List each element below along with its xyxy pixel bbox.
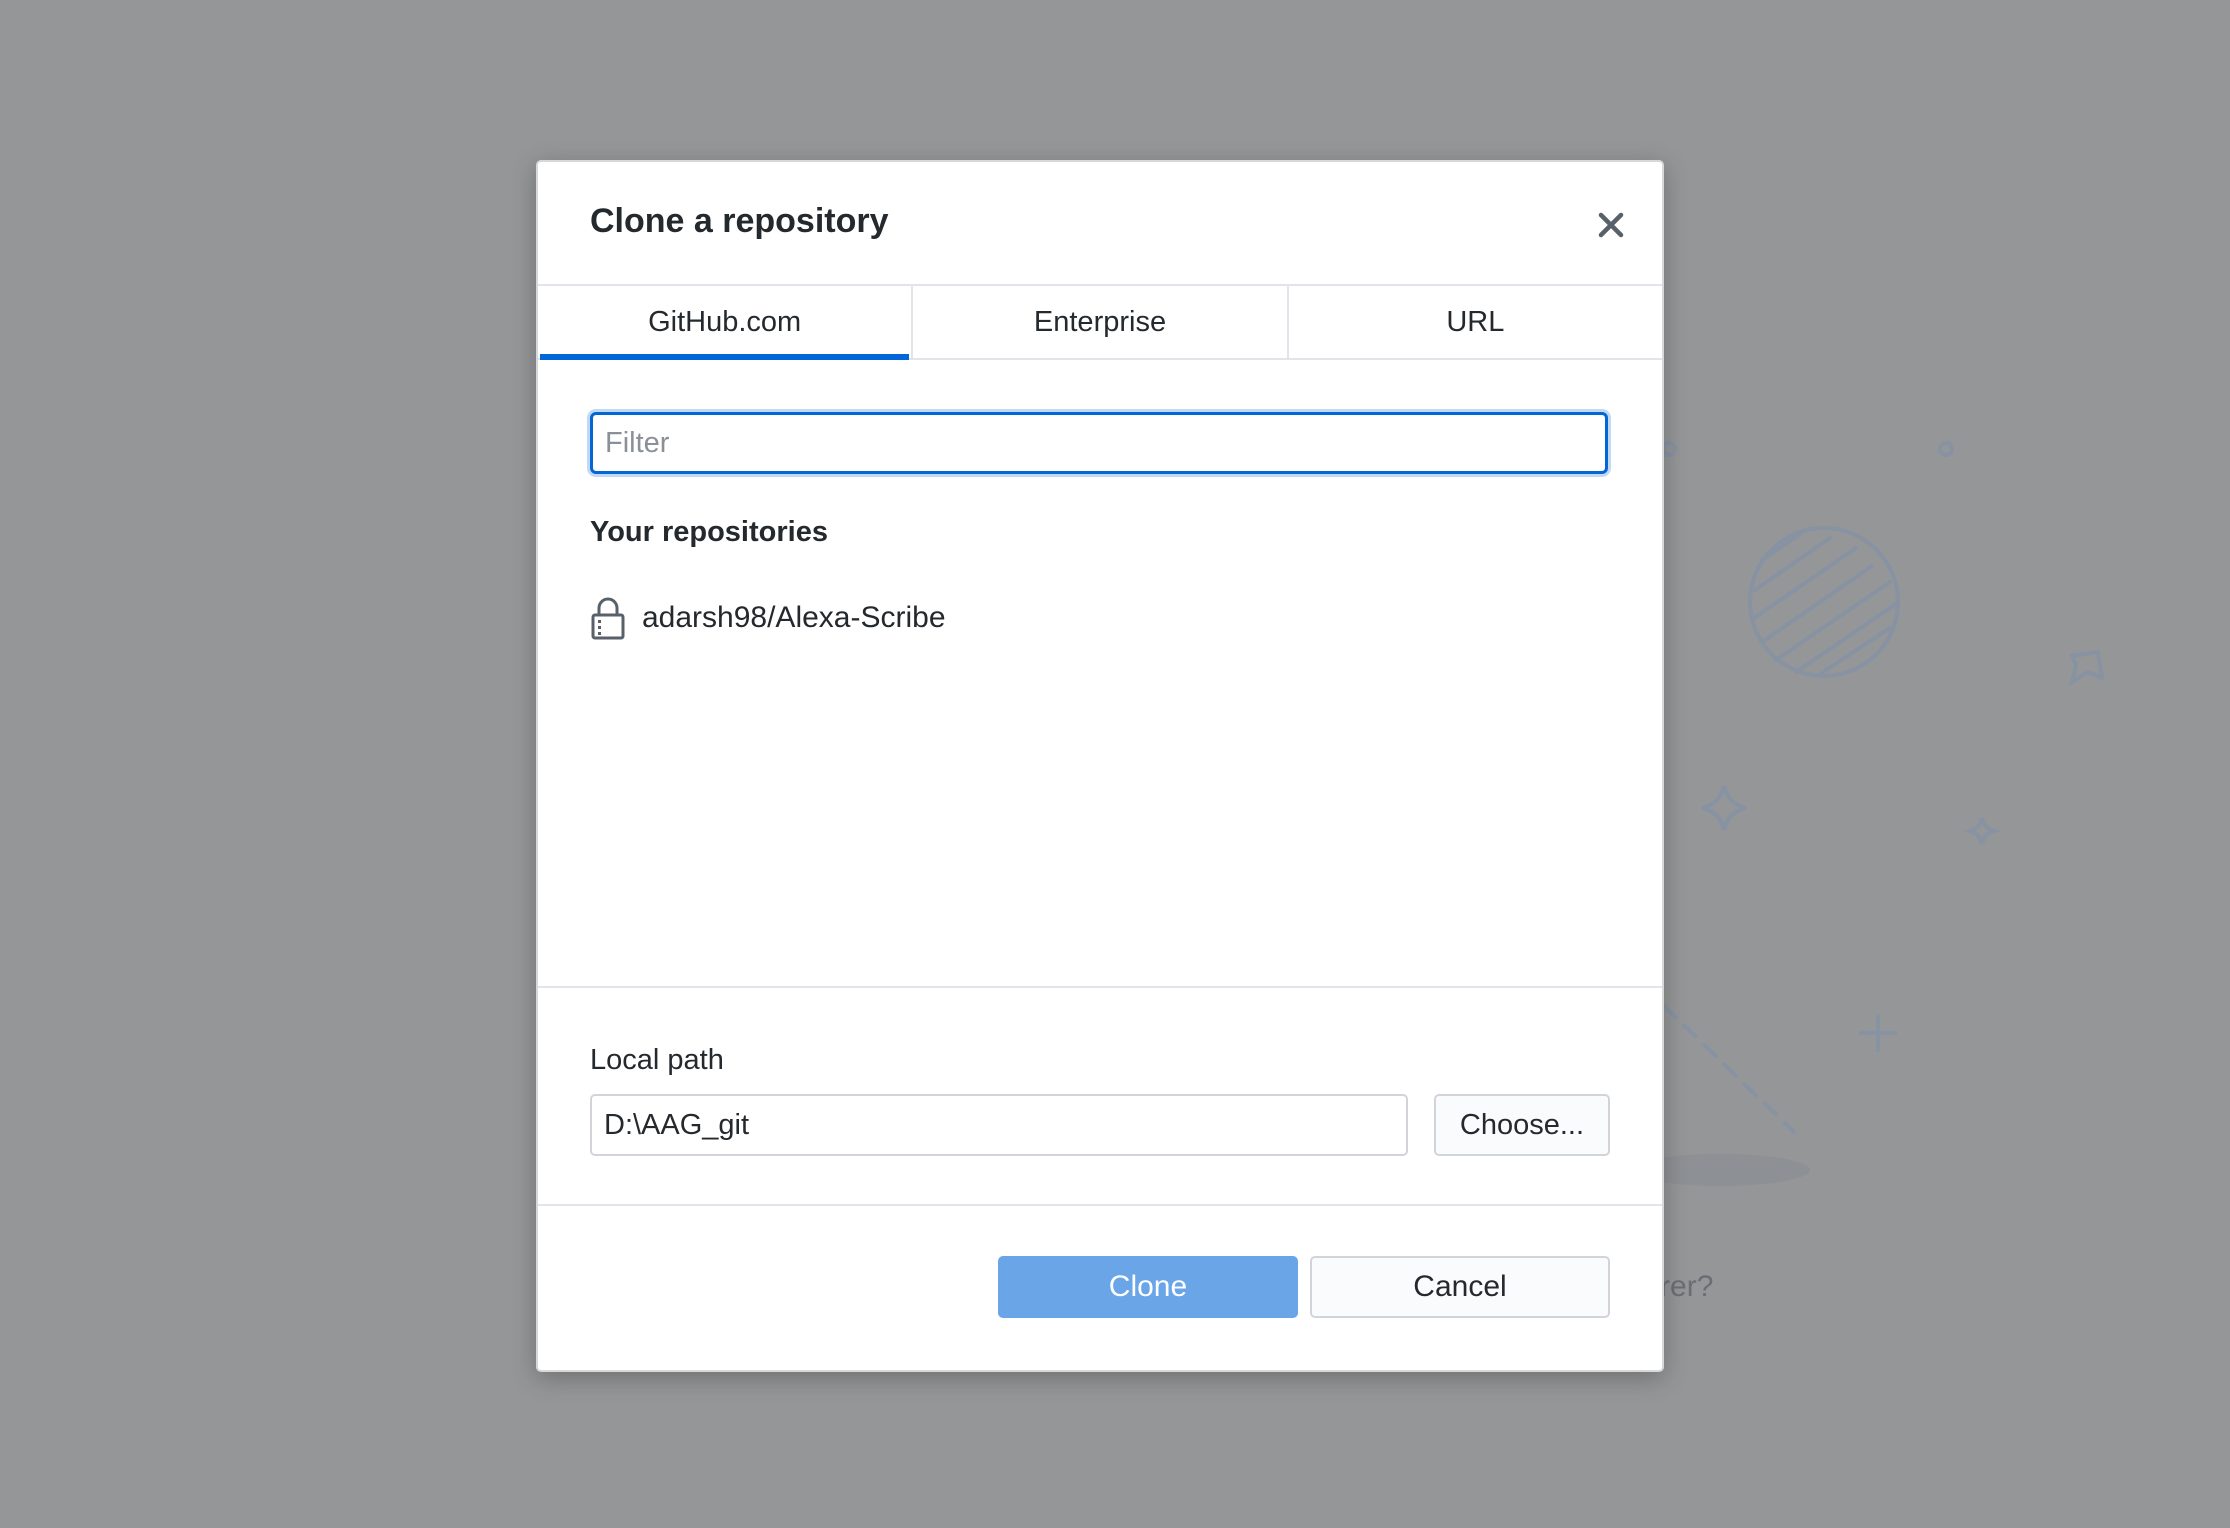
local-path-input[interactable]	[590, 1094, 1408, 1156]
local-path-label: Local path	[590, 1044, 724, 1076]
clone-source-tabs: GitHub.com Enterprise URL	[538, 286, 1662, 360]
repository-list-item[interactable]: adarsh98/Alexa-Scribe	[590, 590, 1608, 646]
clone-button[interactable]: Clone	[998, 1256, 1298, 1318]
repository-name: adarsh98/Alexa-Scribe	[642, 601, 946, 634]
sparkle-small-icon	[1963, 817, 2001, 845]
dialog-header: Clone a repository	[538, 162, 1662, 286]
dialog-title: Clone a repository	[590, 202, 889, 240]
lock-icon	[591, 597, 625, 640]
local-path-section: Local path Choose...	[538, 986, 1662, 1206]
tab-github-com[interactable]: GitHub.com	[538, 286, 914, 360]
dashed-trail	[1662, 1004, 1796, 1134]
filter-input[interactable]	[590, 412, 1608, 474]
small-circle-icon	[1938, 441, 1954, 457]
close-icon	[1598, 212, 1624, 238]
your-repositories-heading: Your repositories	[590, 516, 828, 548]
choose-button[interactable]: Choose...	[1434, 1094, 1610, 1156]
close-button[interactable]	[1588, 202, 1634, 248]
planet-icon	[1748, 526, 1900, 678]
tab-enterprise[interactable]: Enterprise	[913, 286, 1289, 358]
star-icon	[2068, 649, 2105, 687]
clone-repository-dialog: Clone a repository GitHub.com Enterprise…	[536, 160, 1664, 1372]
small-circle-icon	[1661, 441, 1677, 457]
plus-icon	[1859, 1014, 1897, 1052]
cancel-button[interactable]: Cancel	[1310, 1256, 1610, 1318]
sparkle-icon	[1701, 785, 1747, 831]
tab-url[interactable]: URL	[1289, 286, 1662, 358]
